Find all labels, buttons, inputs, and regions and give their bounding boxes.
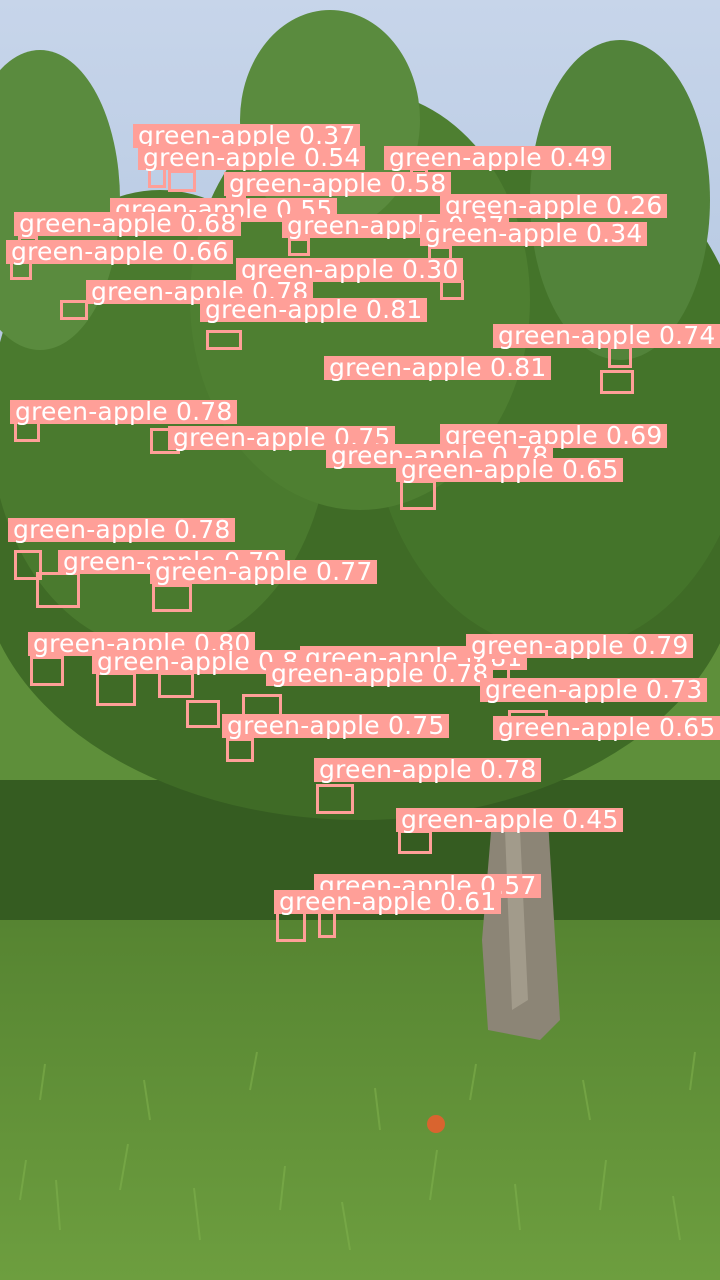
detection-label: green-apple 0.74	[493, 321, 720, 350]
confidence-score: 0.81	[365, 295, 423, 324]
confidence-score: 0.45	[561, 805, 619, 834]
detection-label: green-apple 0.65	[493, 713, 720, 742]
bounding-box	[400, 480, 436, 510]
class-name: green-apple	[471, 631, 624, 660]
bounding-box	[60, 300, 88, 320]
confidence-score: 0.73	[645, 675, 703, 704]
class-name: green-apple	[485, 675, 638, 704]
class-name: green-apple	[498, 321, 651, 350]
class-name: green-apple	[205, 295, 358, 324]
detection-label: green-apple 0.77	[150, 557, 378, 586]
confidence-score: 0.34	[585, 219, 643, 248]
confidence-score: 0.79	[631, 631, 689, 660]
confidence-score: 0.69	[605, 421, 663, 450]
class-name: green-apple	[498, 713, 651, 742]
confidence-score: 0.75	[387, 711, 445, 740]
class-name: green-apple	[143, 143, 296, 172]
detection-label: green-apple 0.54	[138, 143, 366, 172]
class-name: green-apple	[425, 219, 578, 248]
detection-overlay: green-apple 0.37 green-apple 0.54 green-ap…	[0, 0, 720, 1280]
confidence-score: 0.58	[389, 169, 447, 198]
detection-label: green-apple 0.61	[274, 887, 502, 916]
class-name: green-apple	[173, 423, 326, 452]
confidence-score: 0.49	[549, 143, 607, 172]
class-name: green-apple	[15, 397, 168, 426]
detection-label: green-apple 0.68	[14, 209, 242, 238]
detection-label: green-apple 0.79	[466, 631, 694, 660]
confidence-score: 0.30	[401, 255, 459, 284]
confidence-score: 0.61	[439, 887, 497, 916]
detection-label: green-apple 0.78	[314, 755, 542, 784]
confidence-score: 0.68	[179, 209, 237, 238]
confidence-score: 0.78	[479, 755, 537, 784]
class-name: green-apple	[279, 887, 432, 916]
detection-label: green-apple 0.81	[200, 295, 428, 324]
class-name: green-apple	[287, 211, 440, 240]
bounding-box	[96, 672, 136, 706]
bounding-box	[152, 584, 192, 612]
detection-label: green-apple 0.73	[480, 675, 708, 704]
detection-label: green-apple 0.34	[420, 219, 648, 248]
detection-label: green-apple 0.78	[10, 397, 238, 426]
detection-label: green-apple 0.45	[396, 805, 624, 834]
detection-label: green-apple 0.81	[324, 353, 552, 382]
class-name: green-apple	[229, 169, 382, 198]
detection-label: green-apple 0.66	[6, 237, 234, 266]
class-name: green-apple	[11, 237, 164, 266]
class-name: green-apple	[227, 711, 380, 740]
bounding-box	[36, 572, 80, 608]
class-name: green-apple	[401, 805, 554, 834]
confidence-score: 0.78	[173, 515, 231, 544]
detection-label: green-apple 0.49	[384, 143, 612, 172]
class-name: green-apple	[319, 755, 472, 784]
class-name: green-apple	[389, 143, 542, 172]
bounding-box	[288, 238, 310, 256]
confidence-score: 0.65	[561, 455, 619, 484]
detection-label: green-apple 0.75	[222, 711, 450, 740]
confidence-score: 0.77	[315, 557, 373, 586]
bounding-box	[600, 370, 634, 394]
class-name: green-apple	[329, 353, 482, 382]
confidence-score: 0.78	[175, 397, 233, 426]
bounding-box	[226, 738, 254, 762]
confidence-score: 0.81	[489, 353, 547, 382]
bounding-box	[316, 784, 354, 814]
bounding-box	[30, 656, 64, 686]
detection-label: green-apple 0.65	[396, 455, 624, 484]
confidence-score: 0.26	[605, 191, 663, 220]
class-name: green-apple	[19, 209, 172, 238]
bounding-box	[186, 700, 220, 728]
class-name: green-apple	[13, 515, 166, 544]
class-name: green-apple	[401, 455, 554, 484]
detection-label: green-apple 0.78	[266, 659, 494, 688]
confidence-score: 0.54	[303, 143, 361, 172]
confidence-score: 0.65	[658, 713, 716, 742]
confidence-score: 0.66	[171, 237, 229, 266]
class-name: green-apple	[271, 659, 424, 688]
bounding-box	[158, 672, 194, 698]
class-name: green-apple	[155, 557, 308, 586]
detection-label: green-apple 0.78	[8, 515, 236, 544]
confidence-score: 0.74	[658, 321, 716, 350]
detection-label: green-apple 0.58	[224, 169, 452, 198]
bounding-box	[206, 330, 242, 350]
bounding-box	[168, 170, 196, 192]
